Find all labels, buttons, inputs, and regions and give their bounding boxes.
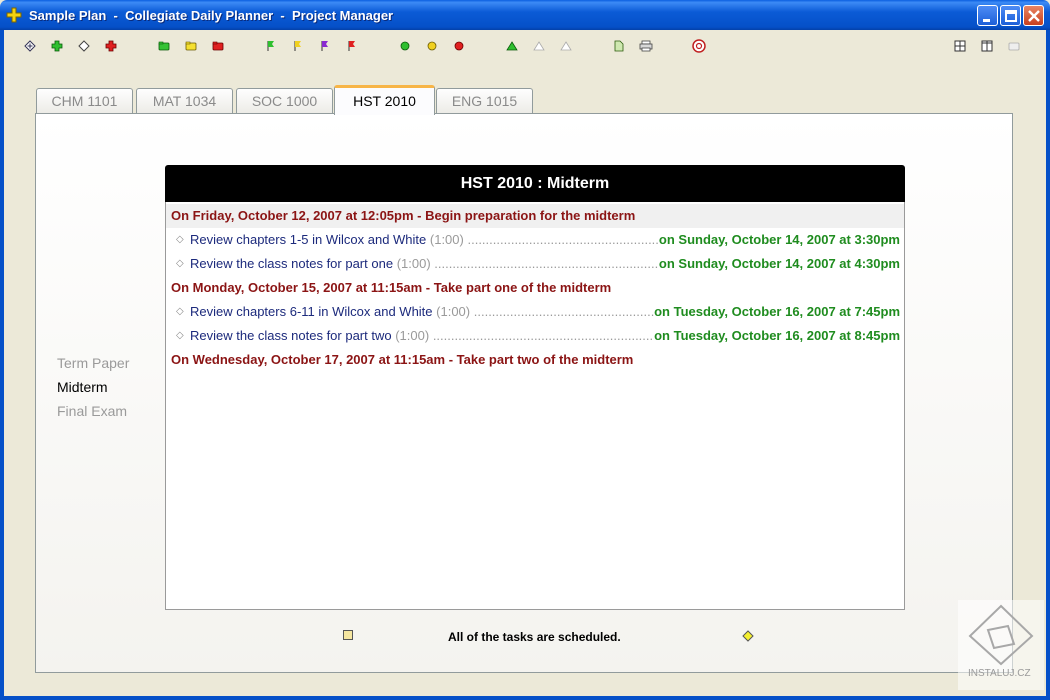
- tab-label: ENG 1015: [451, 93, 518, 109]
- add-outline-icon[interactable]: [77, 39, 91, 53]
- sidenav-item-term-paper[interactable]: Term Paper: [57, 355, 129, 371]
- plan-header: HST 2010 : Midterm: [165, 165, 905, 202]
- triangle-up-icon[interactable]: [505, 39, 519, 53]
- tab-label: MAT 1034: [152, 93, 217, 109]
- window-title: Sample Plan - Collegiate Daily Planner -…: [29, 8, 394, 23]
- close-button[interactable]: [1023, 5, 1044, 26]
- task-duration: (1:00): [395, 328, 430, 343]
- diamond-bullet-icon: ◇: [176, 306, 184, 317]
- folder-yellow-icon[interactable]: [184, 39, 198, 53]
- minimize-button[interactable]: [977, 5, 998, 26]
- tab-label: HST 2010: [353, 93, 416, 109]
- task-name: Review chapters 6-11 in Wilcox and White: [190, 304, 433, 319]
- status-diamond-icon: [742, 630, 754, 642]
- plan-list: On Friday, October 12, 2007 at 12:05pm -…: [165, 202, 905, 610]
- triangle-outline-icon[interactable]: [532, 39, 546, 53]
- milestone-row[interactable]: On Wednesday, October 17, 2007 at 11:15a…: [166, 348, 904, 372]
- sidenav-item-midterm[interactable]: Midterm: [57, 379, 108, 395]
- task-date: on Sunday, October 14, 2007 at 3:30pm: [658, 228, 900, 252]
- folder-green-icon[interactable]: [157, 39, 171, 53]
- milestone-row[interactable]: On Friday, October 12, 2007 at 12:05pm -…: [166, 204, 904, 228]
- close-icon: [1028, 10, 1040, 22]
- tab-chm-1101[interactable]: CHM 1101: [36, 88, 133, 114]
- task-row[interactable]: ◇ Review chapters 1-5 in Wilcox and Whit…: [166, 228, 904, 252]
- watermark-text: INSTALUJ.CZ: [968, 668, 1031, 679]
- app-icon: [6, 7, 22, 23]
- sidenav-item-final-exam[interactable]: Final Exam: [57, 403, 127, 419]
- column-view-icon[interactable]: [980, 39, 994, 53]
- maximize-icon: [1005, 10, 1017, 22]
- flag-yellow-icon[interactable]: [291, 39, 305, 53]
- tab-hst-2010[interactable]: HST 2010: [334, 85, 435, 115]
- add-item-icon[interactable]: [23, 39, 37, 53]
- minimize-icon: [983, 19, 990, 22]
- task-row[interactable]: ◇ Review the class notes for part one (1…: [166, 252, 904, 276]
- flag-green-icon[interactable]: [264, 39, 278, 53]
- task-row[interactable]: ◇ Review chapters 6-11 in Wilcox and Whi…: [166, 300, 904, 324]
- toolbar: [4, 30, 1046, 64]
- window-frame-left: [0, 30, 4, 700]
- circle-green-icon[interactable]: [398, 39, 412, 53]
- task-date: on Tuesday, October 16, 2007 at 7:45pm: [654, 300, 900, 324]
- window-frame-right: [1046, 30, 1050, 700]
- printer-icon[interactable]: [639, 39, 653, 53]
- grid-view-icon[interactable]: [953, 39, 967, 53]
- task-name: Review the class notes for part two: [190, 328, 392, 343]
- task-name: Review chapters 1-5 in Wilcox and White: [190, 232, 427, 247]
- task-duration: (1:00): [429, 232, 464, 247]
- status-message: All of the tasks are scheduled.: [448, 630, 621, 644]
- task-duration: (1:00): [396, 256, 431, 271]
- tab-soc-1000[interactable]: SOC 1000: [236, 88, 333, 114]
- diamond-bullet-icon: ◇: [176, 330, 184, 341]
- document-icon[interactable]: [612, 39, 626, 53]
- tab-label: CHM 1101: [51, 93, 118, 109]
- milestone-row[interactable]: On Monday, October 15, 2007 at 11:15am -…: [166, 276, 904, 300]
- task-duration: (1:00): [436, 304, 471, 319]
- add-green-icon[interactable]: [50, 39, 64, 53]
- task-date: on Sunday, October 14, 2007 at 4:30pm: [658, 252, 900, 276]
- title-bar: Sample Plan - Collegiate Daily Planner -…: [0, 0, 1050, 30]
- task-name: Review the class notes for part one: [190, 256, 394, 271]
- circle-yellow-icon[interactable]: [425, 39, 439, 53]
- diamond-bullet-icon: ◇: [176, 258, 184, 269]
- task-date: on Tuesday, October 16, 2007 at 8:45pm: [654, 324, 900, 348]
- tab-eng-1015[interactable]: ENG 1015: [436, 88, 533, 114]
- diamond-bullet-icon: ◇: [176, 234, 184, 245]
- task-row[interactable]: ◇ Review the class notes for part two (1…: [166, 324, 904, 348]
- flag-purple-icon[interactable]: [318, 39, 332, 53]
- folder-open-icon[interactable]: [1007, 39, 1021, 53]
- watermark-logo-icon: [968, 604, 1034, 666]
- maximize-button[interactable]: [1000, 5, 1021, 26]
- status-legend-square: [343, 630, 353, 640]
- tab-mat-1034[interactable]: MAT 1034: [136, 88, 233, 114]
- window-frame-bottom: [0, 696, 1050, 700]
- watermark: INSTALUJ.CZ: [958, 600, 1044, 690]
- tab-label: SOC 1000: [251, 93, 318, 109]
- delete-red-icon[interactable]: [104, 39, 118, 53]
- folder-red-icon[interactable]: [211, 39, 225, 53]
- flag-red-icon[interactable]: [345, 39, 359, 53]
- circle-red-icon[interactable]: [452, 39, 466, 53]
- help-lifebuoy-icon[interactable]: [692, 39, 706, 53]
- triangle-outline-icon[interactable]: [559, 39, 573, 53]
